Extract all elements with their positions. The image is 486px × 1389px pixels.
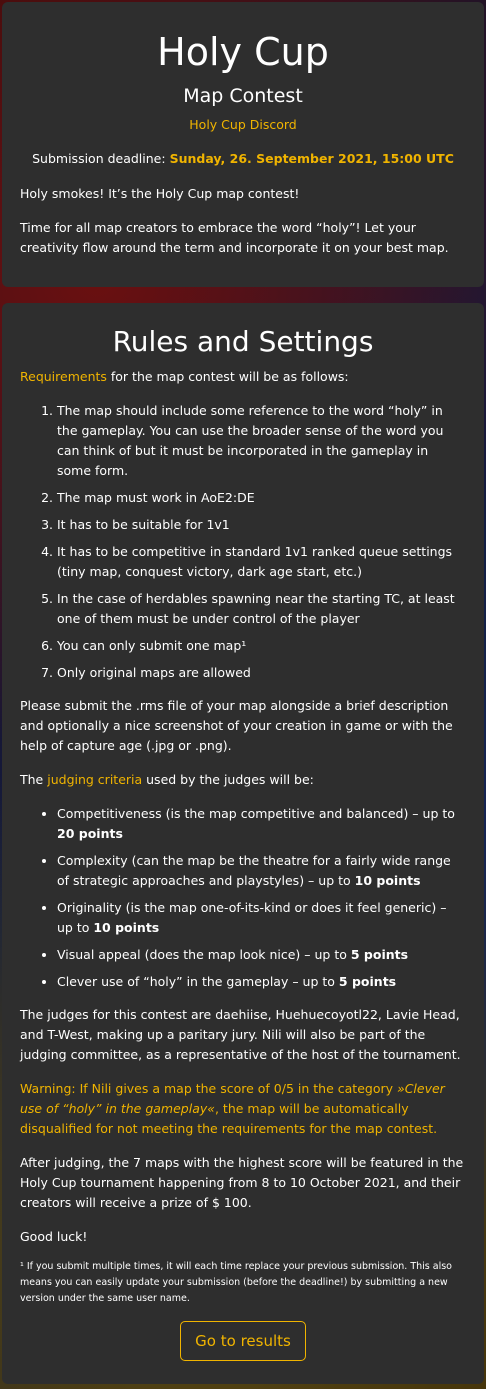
criterion-text: Competitiveness (is the map competitive … <box>57 806 455 821</box>
list-item: The map should include some reference to… <box>57 401 466 481</box>
list-item: It has to be suitable for 1v1 <box>57 515 466 535</box>
list-item: It has to be competitive in standard 1v1… <box>57 542 466 582</box>
deadline-value: Sunday, 26. September 2021, 15:00 UTC <box>169 151 454 166</box>
criterion-points: 5 points <box>338 974 397 989</box>
intro-card: Holy Cup Map Contest Holy Cup Discord Su… <box>2 2 484 287</box>
good-luck-text: Good luck! <box>20 1229 88 1244</box>
list-item: Originality (is the map one-of-its-kind … <box>57 898 466 938</box>
requirements-intro: Requirements for the map contest will be… <box>20 367 466 387</box>
list-item: In the case of herdables spawning near t… <box>57 589 466 629</box>
criterion-points: 10 points <box>354 873 421 888</box>
go-to-results-button[interactable]: Go to results <box>180 1321 306 1361</box>
deadline-label: Submission deadline: <box>32 151 166 166</box>
warning-text: Warning: If Nili gives a map the score o… <box>20 1079 466 1139</box>
after-text: After judging, the 7 maps with the highe… <box>20 1155 464 1210</box>
criterion-text: Clever use of “holy” in the gameplay – u… <box>57 974 339 989</box>
judging-pre: The <box>20 772 48 787</box>
warning-pre: Warning: If Nili gives a map the score o… <box>20 1081 397 1096</box>
footnote-text: ¹ If you submit multiple times, it will … <box>20 1261 452 1304</box>
page-title: Holy Cup <box>157 30 329 74</box>
requirements-list: The map should include some reference to… <box>20 401 466 683</box>
list-item: Clever use of “holy” in the gameplay – u… <box>57 972 466 992</box>
discord-line: Holy Cup Discord <box>20 116 466 134</box>
criteria-list: Competitiveness (is the map competitive … <box>20 804 466 992</box>
intro-text-1: Holy smokes! It’s the Holy Cup map conte… <box>20 186 300 201</box>
list-item: You can only submit one map¹ <box>57 636 466 656</box>
list-item: Only original maps are allowed <box>57 663 466 683</box>
criterion-text: Visual appeal (does the map look nice) –… <box>57 947 351 962</box>
judging-post: used by the judges will be: <box>142 772 314 787</box>
judging-intro: The judging criteria used by the judges … <box>20 770 466 790</box>
requirements-link[interactable]: Requirements <box>20 369 107 384</box>
rules-card: Rules and Settings Requirements for the … <box>2 303 484 1384</box>
criterion-points: 10 points <box>93 920 160 935</box>
judges-text: The judges for this contest are daehiise… <box>20 1007 461 1062</box>
criterion-points: 20 points <box>57 826 123 841</box>
list-item: Visual appeal (does the map look nice) –… <box>57 945 466 965</box>
intro-text-2: Time for all map creators to embrace the… <box>20 220 449 255</box>
page-subtitle: Map Contest <box>183 85 303 107</box>
criterion-points: 5 points <box>350 947 409 962</box>
rules-title: Rules and Settings <box>112 325 374 358</box>
judging-link[interactable]: judging criteria <box>47 772 142 787</box>
list-item: Competitiveness (is the map competitive … <box>57 804 466 844</box>
deadline-line: Submission deadline: Sunday, 26. Septemb… <box>20 150 466 168</box>
requirements-text: for the map contest will be as follows: <box>106 369 349 384</box>
results-button-wrap: Go to results <box>20 1321 466 1361</box>
list-item: Complexity (can the map be the theatre f… <box>57 851 466 891</box>
discord-link[interactable]: Holy Cup Discord <box>189 117 296 132</box>
submit-text: Please submit the .rms file of your map … <box>20 698 453 753</box>
list-item: The map must work in AoE2:DE <box>57 488 466 508</box>
